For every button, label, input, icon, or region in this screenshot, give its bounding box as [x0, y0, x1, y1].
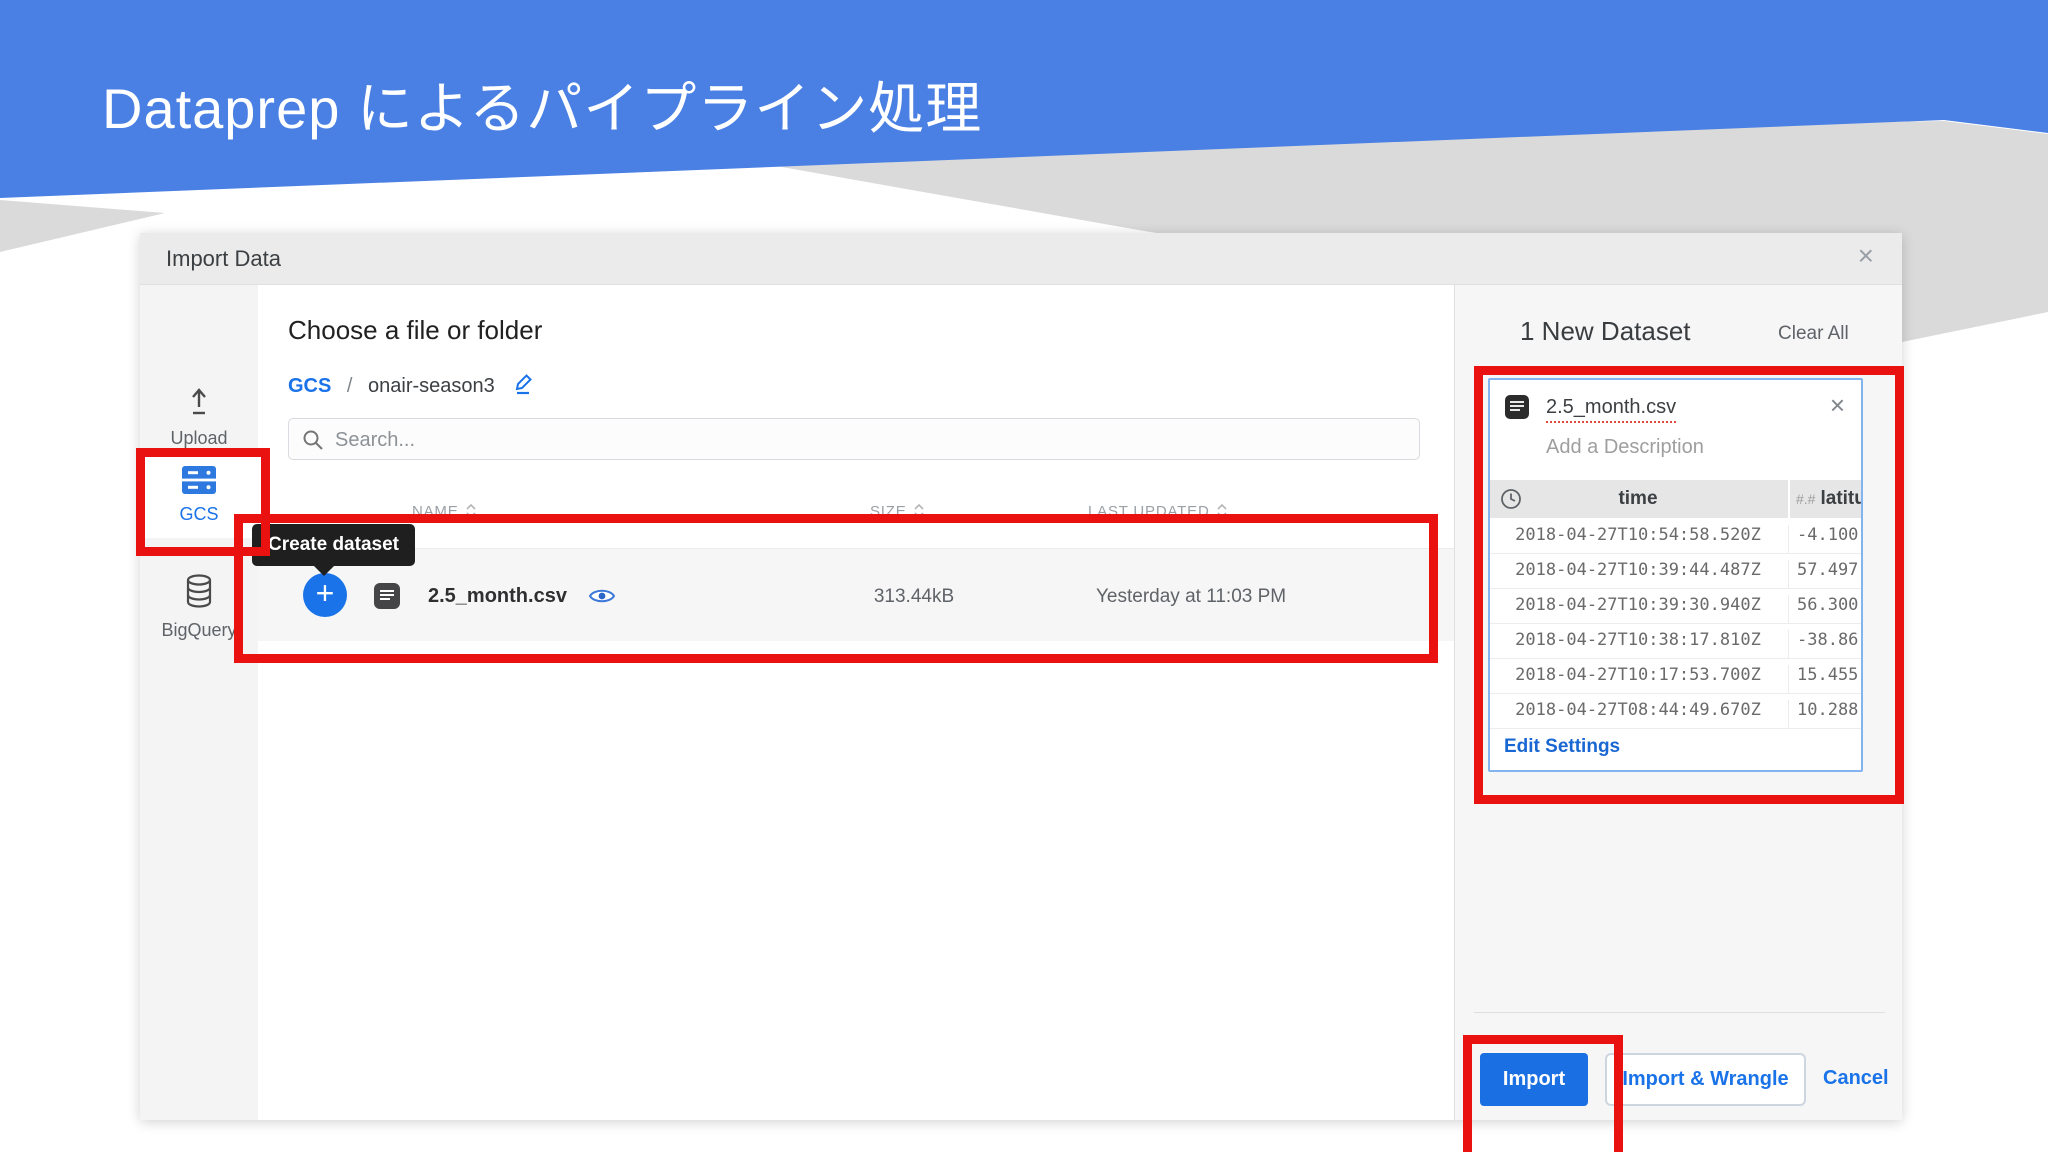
sidebar-item-label: Upload: [170, 428, 228, 448]
upload-icon: [184, 385, 214, 422]
clear-all-link[interactable]: Clear All: [1778, 323, 1849, 345]
bigquery-icon: [182, 573, 216, 614]
breadcrumb-current-folder: onair-season3: [368, 375, 495, 397]
breadcrumb-root-link[interactable]: GCS: [288, 375, 331, 397]
source-sidebar: Upload GCS BigQuery: [140, 285, 258, 1120]
annotation-box-file-row: [234, 514, 1438, 663]
footer-divider: [1474, 1012, 1885, 1013]
search-box: [288, 418, 1420, 460]
import-and-wrangle-button[interactable]: Import & Wrangle: [1605, 1053, 1806, 1106]
search-input[interactable]: [333, 423, 1387, 457]
dialog-title: Import Data: [166, 246, 281, 271]
breadcrumb-separator: /: [346, 375, 353, 397]
annotation-box-dataset-card: [1474, 366, 1904, 804]
panel-title: 1 New Dataset: [1520, 316, 1691, 346]
search-icon: [303, 430, 323, 450]
breadcrumb: GCS / onair-season3: [288, 370, 536, 402]
annotation-box-import-button: [1463, 1035, 1623, 1152]
sidebar-item-upload[interactable]: Upload: [140, 373, 258, 449]
file-browser: Choose a file or folder GCS / onair-seas…: [258, 285, 1454, 1120]
slide-title: Dataprep によるパイプライン処理: [102, 77, 983, 140]
edit-path-icon[interactable]: [510, 370, 536, 402]
cancel-button[interactable]: Cancel: [1823, 1067, 1889, 1090]
slide-canvas: Dataprep によるパイプライン処理 Import Data × Uploa…: [0, 0, 2048, 1152]
browser-heading: Choose a file or folder: [288, 315, 543, 345]
dialog-header: Import Data ×: [140, 233, 1902, 285]
close-icon[interactable]: ×: [1858, 242, 1874, 270]
